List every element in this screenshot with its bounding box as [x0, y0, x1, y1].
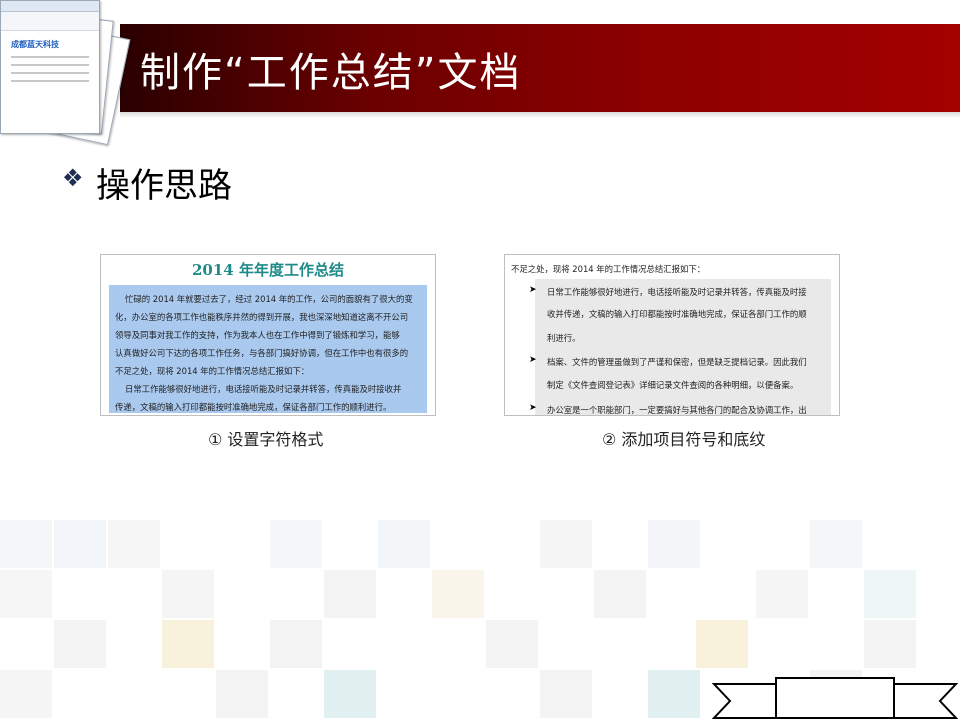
caption-step-1: ① 设置字符格式 [208, 430, 324, 449]
panel2-line: 日常工作能够很好地进行，电话接听能及时记录并转答，传真能及时接 [547, 287, 807, 297]
arrow-bullet-icon: ➤ [529, 355, 537, 365]
ribbon-banner-icon [711, 677, 959, 719]
diamond-bullet-icon: ❖ [62, 164, 84, 192]
panel1-line: 领导及同事对我工作的支持，作为我本人也在工作中得到了锻炼和学习，能够 [115, 330, 400, 340]
caption-step-2: ② 添加项目符号和底纹 [602, 430, 766, 449]
arrow-bullet-icon: ➤ [529, 403, 537, 413]
panel2-line: 收并传递，文稿的输入打印都能按时准确地完成，保证各部门工作的顺 [547, 309, 807, 319]
slide-title: 制作“工作总结”文档 [140, 50, 522, 96]
panel2-intro: 不足之处，现将 2014 年的工作情况总结汇报如下： [511, 264, 706, 274]
panel1-line: 化，办公室的各项工作也能秩序井然的得到开展，我也深深地知道这离不开公司 [115, 312, 409, 322]
panel1-line: 传递，文稿的输入打印都能按时准确地完成，保证各部门工作的顺利进行。 [115, 402, 392, 412]
panel1-line: 认真做好公司下达的各项工作任务，与各部门搞好协调，但在工作中也有很多的 [115, 348, 409, 358]
arrow-bullet-icon: ➤ [529, 285, 537, 295]
doc-title: 2014 年年度工作总结 [192, 261, 344, 279]
panel2-line: 利进行。 [547, 333, 581, 343]
panel2-line: 办公室是一个职能部门，一定要搞好与其他各门的配合及协调工作，出 [547, 405, 807, 415]
paragraph-shading [535, 279, 831, 415]
panel1-line: 不足之处，现将 2014 年的工作情况总结汇报如下： [115, 366, 310, 376]
title-bar-shadow [120, 112, 960, 118]
screenshot-bullets-shading: 不足之处，现将 2014 年的工作情况总结汇报如下： ➤ 日常工作能够很好地进行… [504, 254, 840, 416]
thumbnail-heading: 成都蓝天科技 [11, 40, 59, 49]
panel1-line: 日常工作能够很好地进行，电话接听能及时记录并转答，传真能及时接收并 [125, 384, 402, 394]
doc-thumbnail-front: 成都蓝天科技 [0, 0, 100, 134]
panel1-line: 忙碌的 2014 年就要过去了，经过 2014 年的工作，公司的面貌有了很大的变 [125, 294, 413, 304]
panel2-line: 制定《文件查阅登记表》详细记录文件查阅的各种明细，以便备案。 [547, 380, 799, 390]
screenshot-character-format: 2014 年年度工作总结 忙碌的 2014 年就要过去了，经过 2014 年的工… [100, 254, 436, 416]
section-heading: 操作思路 [96, 166, 232, 206]
panel2-line: 档案、文件的管理虽做到了严谨和保密，但是缺乏提档记录。因此我们 [547, 357, 807, 367]
